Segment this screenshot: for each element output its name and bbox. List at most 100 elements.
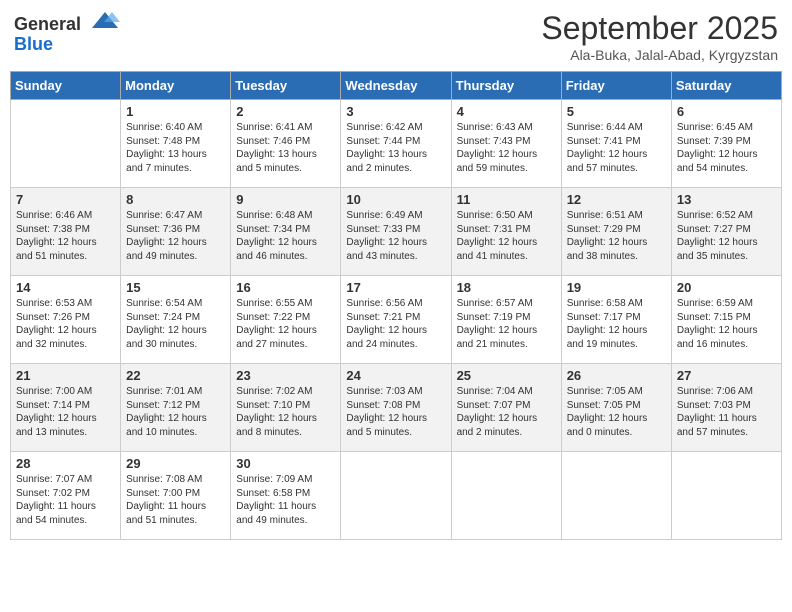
- day-number: 7: [16, 192, 115, 207]
- page-header: General Blue September 2025 Ala-Buka, Ja…: [10, 10, 782, 63]
- cell-info: Sunrise: 7:06 AMSunset: 7:03 PMDaylight:…: [677, 385, 776, 439]
- day-number: 23: [236, 368, 335, 383]
- week-row-5: 28Sunrise: 7:07 AMSunset: 7:02 PMDayligh…: [11, 452, 782, 540]
- calendar-cell: 2Sunrise: 6:41 AMSunset: 7:46 PMDaylight…: [231, 100, 341, 188]
- day-number: 18: [457, 280, 556, 295]
- calendar-cell: 19 Sunrise: 6:58 AMSunset: 7:17 PMDayligh…: [561, 276, 671, 364]
- day-number: 14: [16, 280, 115, 295]
- calendar-cell: 7 Sunrise: 6:46 AMSunset: 7:38 PMDaylight…: [11, 188, 121, 276]
- calendar-cell: 3Sunrise: 6:42 AMSunset: 7:44 PMDaylight…: [341, 100, 451, 188]
- day-number: 11: [457, 192, 556, 207]
- calendar-cell: 4 Sunrise: 6:43 AMSunset: 7:43 PMDaylight…: [451, 100, 561, 188]
- day-number: 19: [567, 280, 666, 295]
- day-number: 4: [457, 104, 556, 119]
- weekday-header-wednesday: Wednesday: [341, 72, 451, 100]
- day-number: 10: [346, 192, 445, 207]
- calendar-cell: 14Sunrise: 6:53 AMSunset: 7:26 PMDayligh…: [11, 276, 121, 364]
- month-title: September 2025: [541, 10, 778, 47]
- week-row-2: 7 Sunrise: 6:46 AMSunset: 7:38 PMDaylight…: [11, 188, 782, 276]
- cell-info: Sunrise: 6:47 AMSunset: 7:36 PMDaylight:…: [126, 209, 225, 263]
- cell-info: Sunrise: 7:09 AMSunset: 6:58 PMDaylight:…: [236, 473, 335, 527]
- cell-info: Sunrise: 6:58 AMSunset: 7:17 PMDaylight:…: [567, 297, 666, 351]
- day-number: 15: [126, 280, 225, 295]
- calendar-cell: 24Sunrise: 7:03 AMSunset: 7:08 PMDayligh…: [341, 364, 451, 452]
- weekday-header-sunday: Sunday: [11, 72, 121, 100]
- week-row-3: 14Sunrise: 6:53 AMSunset: 7:26 PMDayligh…: [11, 276, 782, 364]
- calendar-cell: [451, 452, 561, 540]
- day-number: 2: [236, 104, 335, 119]
- cell-info: Sunrise: 7:01 AMSunset: 7:12 PMDaylight:…: [126, 385, 225, 439]
- cell-info: Sunrise: 6:45 AMSunset: 7:39 PMDaylight:…: [677, 121, 776, 175]
- day-number: 21: [16, 368, 115, 383]
- week-row-1: 1 Sunrise: 6:40 AMSunset: 7:48 PMDaylight…: [11, 100, 782, 188]
- cell-info: Sunrise: 6:51 AMSunset: 7:29 PMDaylight:…: [567, 209, 666, 263]
- weekday-header-saturday: Saturday: [671, 72, 781, 100]
- cell-info: Sunrise: 6:59 AMSunset: 7:15 PMDaylight:…: [677, 297, 776, 351]
- logo-icon: [90, 10, 120, 30]
- cell-info: Sunrise: 6:50 AMSunset: 7:31 PMDaylight:…: [457, 209, 556, 263]
- calendar-cell: 12 Sunrise: 6:51 AMSunset: 7:29 PMDayligh…: [561, 188, 671, 276]
- location: Ala-Buka, Jalal-Abad, Kyrgyzstan: [541, 47, 778, 63]
- cell-info: Sunrise: 7:02 AMSunset: 7:10 PMDaylight:…: [236, 385, 335, 439]
- day-number: 26: [567, 368, 666, 383]
- cell-info: Sunrise: 7:08 AMSunset: 7:00 PMDaylight:…: [126, 473, 225, 527]
- calendar-cell: 25Sunrise: 7:04 AMSunset: 7:07 PMDayligh…: [451, 364, 561, 452]
- cell-info: Sunrise: 6:44 AMSunset: 7:41 PMDaylight:…: [567, 121, 666, 175]
- cell-info: Sunrise: 7:03 AMSunset: 7:08 PMDaylight:…: [346, 385, 445, 439]
- cell-info: Sunrise: 7:00 AMSunset: 7:14 PMDaylight:…: [16, 385, 115, 439]
- calendar-cell: 27 Sunrise: 7:06 AMSunset: 7:03 PMDayligh…: [671, 364, 781, 452]
- weekday-header-thursday: Thursday: [451, 72, 561, 100]
- day-number: 9: [236, 192, 335, 207]
- day-number: 12: [567, 192, 666, 207]
- cell-info: Sunrise: 6:49 AMSunset: 7:33 PMDaylight:…: [346, 209, 445, 263]
- day-number: 5: [567, 104, 666, 119]
- calendar-cell: [561, 452, 671, 540]
- calendar-cell: [341, 452, 451, 540]
- cell-info: Sunrise: 6:56 AMSunset: 7:21 PMDaylight:…: [346, 297, 445, 351]
- calendar-cell: 26 Sunrise: 7:05 AMSunset: 7:05 PMDayligh…: [561, 364, 671, 452]
- calendar-cell: 9Sunrise: 6:48 AMSunset: 7:34 PMDaylight…: [231, 188, 341, 276]
- weekday-header-tuesday: Tuesday: [231, 72, 341, 100]
- day-number: 20: [677, 280, 776, 295]
- calendar-cell: [671, 452, 781, 540]
- day-number: 6: [677, 104, 776, 119]
- day-number: 27: [677, 368, 776, 383]
- cell-info: Sunrise: 7:07 AMSunset: 7:02 PMDaylight:…: [16, 473, 115, 527]
- cell-info: Sunrise: 6:40 AMSunset: 7:48 PMDaylight:…: [126, 121, 225, 175]
- calendar-cell: 30 Sunrise: 7:09 AMSunset: 6:58 PMDayligh…: [231, 452, 341, 540]
- calendar-cell: 29Sunrise: 7:08 AMSunset: 7:00 PMDayligh…: [121, 452, 231, 540]
- calendar-cell: 23 Sunrise: 7:02 AMSunset: 7:10 PMDayligh…: [231, 364, 341, 452]
- day-number: 17: [346, 280, 445, 295]
- day-number: 22: [126, 368, 225, 383]
- logo-blue: Blue: [14, 35, 53, 53]
- title-block: September 2025 Ala-Buka, Jalal-Abad, Kyr…: [541, 10, 778, 63]
- cell-info: Sunrise: 7:05 AMSunset: 7:05 PMDaylight:…: [567, 385, 666, 439]
- cell-info: Sunrise: 6:52 AMSunset: 7:27 PMDaylight:…: [677, 209, 776, 263]
- calendar-cell: 28Sunrise: 7:07 AMSunset: 7:02 PMDayligh…: [11, 452, 121, 540]
- day-number: 16: [236, 280, 335, 295]
- cell-info: Sunrise: 6:57 AMSunset: 7:19 PMDaylight:…: [457, 297, 556, 351]
- day-number: 25: [457, 368, 556, 383]
- day-number: 30: [236, 456, 335, 471]
- calendar-cell: 18 Sunrise: 6:57 AMSunset: 7:19 PMDayligh…: [451, 276, 561, 364]
- day-number: 3: [346, 104, 445, 119]
- calendar-cell: 11 Sunrise: 6:50 AMSunset: 7:31 PMDayligh…: [451, 188, 561, 276]
- calendar-cell: 21 Sunrise: 7:00 AMSunset: 7:14 PMDayligh…: [11, 364, 121, 452]
- cell-info: Sunrise: 6:46 AMSunset: 7:38 PMDaylight:…: [16, 209, 115, 263]
- weekday-header-friday: Friday: [561, 72, 671, 100]
- calendar-cell: [11, 100, 121, 188]
- day-number: 13: [677, 192, 776, 207]
- cell-info: Sunrise: 6:43 AMSunset: 7:43 PMDaylight:…: [457, 121, 556, 175]
- weekday-header-row: SundayMondayTuesdayWednesdayThursdayFrid…: [11, 72, 782, 100]
- calendar-cell: 20 Sunrise: 6:59 AMSunset: 7:15 PMDayligh…: [671, 276, 781, 364]
- calendar-cell: 5 Sunrise: 6:44 AMSunset: 7:41 PMDaylight…: [561, 100, 671, 188]
- calendar-cell: 17 Sunrise: 6:56 AMSunset: 7:21 PMDayligh…: [341, 276, 451, 364]
- calendar-cell: 13 Sunrise: 6:52 AMSunset: 7:27 PMDayligh…: [671, 188, 781, 276]
- calendar-cell: 15Sunrise: 6:54 AMSunset: 7:24 PMDayligh…: [121, 276, 231, 364]
- day-number: 1: [126, 104, 225, 119]
- cell-info: Sunrise: 6:55 AMSunset: 7:22 PMDaylight:…: [236, 297, 335, 351]
- logo: General Blue: [14, 10, 120, 53]
- weekday-header-monday: Monday: [121, 72, 231, 100]
- calendar-cell: 8Sunrise: 6:47 AMSunset: 7:36 PMDaylight…: [121, 188, 231, 276]
- calendar: SundayMondayTuesdayWednesdayThursdayFrid…: [10, 71, 782, 540]
